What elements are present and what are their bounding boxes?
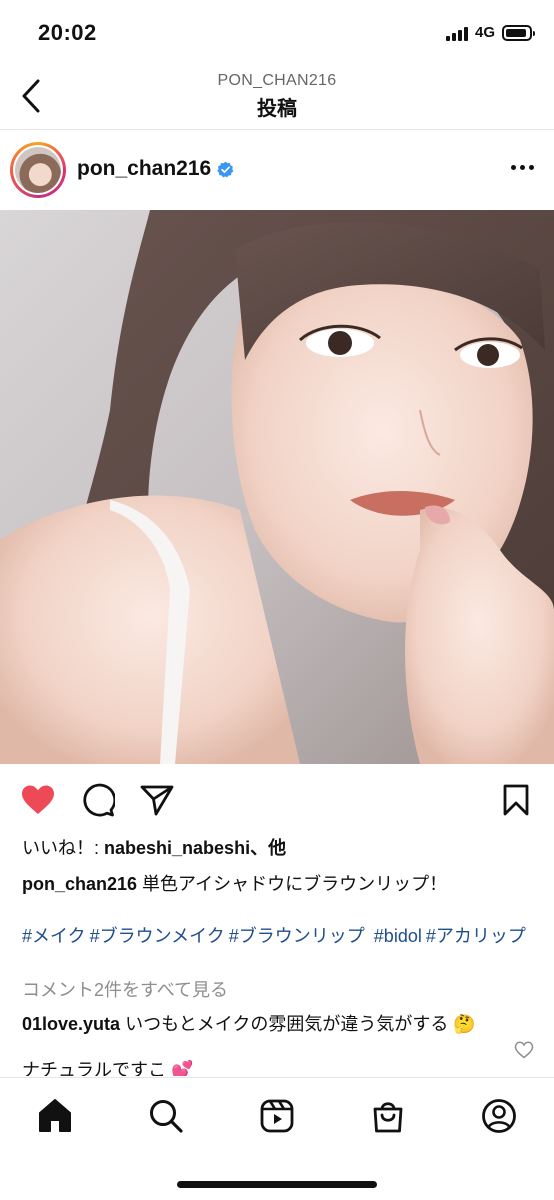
comment-like-heart-icon[interactable] — [514, 1040, 534, 1060]
caption-text: 単色アイシャドウにブラウンリップ！ — [137, 874, 448, 894]
nav-titles: PON_CHAN216 投稿 — [0, 72, 554, 121]
heart-icon — [22, 785, 54, 814]
hashtag[interactable]: #メイク — [22, 926, 86, 946]
tab-home[interactable] — [33, 1094, 77, 1138]
tab-profile[interactable] — [477, 1094, 521, 1138]
search-icon — [150, 1100, 183, 1133]
post-actions — [0, 772, 554, 828]
likes-suffix[interactable]: 、他 — [250, 838, 286, 858]
comment: ナチュラルですこ 💕 — [22, 1058, 532, 1076]
view-all-comments-link[interactable]: コメント2件をすべて見る — [22, 978, 532, 1002]
reels-icon — [260, 1099, 294, 1133]
more-horizontal-icon — [511, 165, 516, 170]
status-indicators: 4G — [445, 24, 535, 41]
post-photo-image — [0, 210, 554, 764]
battery-icon — [502, 24, 535, 41]
post-header: pon_chan216 — [0, 131, 554, 209]
comment-button[interactable] — [78, 780, 118, 820]
tab-reels[interactable] — [255, 1094, 299, 1138]
nav-header: PON_CHAN216 投稿 — [0, 62, 554, 130]
save-button[interactable] — [496, 780, 536, 820]
tab-search[interactable] — [144, 1094, 188, 1138]
home-indicator — [177, 1181, 377, 1188]
comment-text: いつもとメイクの雰囲気が違う気がする 🤔 — [120, 1014, 476, 1034]
comment-text: ナチュラルですこ 💕 — [22, 1060, 194, 1076]
shop-icon — [373, 1102, 403, 1133]
hashtag[interactable]: #bidol — [369, 926, 422, 946]
tab-shop[interactable] — [366, 1094, 410, 1138]
likes-summary: いいね！: nabeshi_nabeshi、他 — [22, 836, 532, 860]
send-icon — [140, 785, 174, 816]
nav-subtitle: PON_CHAN216 — [217, 72, 337, 89]
battery-level — [506, 28, 526, 37]
status-bar: 20:02 4G — [0, 0, 554, 62]
post-username[interactable]: pon_chan216 — [77, 157, 211, 181]
home-icon — [39, 1099, 71, 1132]
avatar-image — [15, 147, 61, 193]
hashtag[interactable]: #ブラウンリップ — [229, 926, 365, 946]
signal-icon — [445, 25, 468, 41]
nav-title: 投稿 — [257, 98, 297, 120]
like-button[interactable] — [18, 780, 58, 820]
status-time: 20:02 — [38, 20, 97, 45]
hashtag[interactable]: #ブラウンメイク — [90, 926, 225, 946]
verified-badge-icon — [217, 161, 234, 177]
bottom-tab-bar — [0, 1077, 554, 1200]
hashtag[interactable]: #アカリップ — [426, 926, 526, 946]
post-caption: pon_chan216 単色アイシャドウにブラウンリップ！ — [22, 872, 532, 896]
bookmark-icon — [503, 784, 529, 816]
avatar[interactable] — [10, 142, 66, 198]
share-button[interactable] — [137, 780, 177, 820]
likes-user[interactable]: nabeshi_nabeshi — [104, 838, 250, 858]
profile-icon — [482, 1099, 516, 1133]
more-options-button[interactable] — [511, 159, 534, 176]
post-photo[interactable] — [0, 210, 554, 764]
comment: 01love.yuta いつもとメイクの雰囲気が違う気がする 🤔 — [22, 1012, 532, 1036]
hashtags: #メイク #ブラウンメイク #ブラウンリップ #bidol #アカリップ — [22, 924, 532, 948]
comment-icon — [83, 783, 115, 817]
network-type: 4G — [474, 24, 495, 41]
post-author: pon_chan216 — [77, 157, 234, 181]
comment-username[interactable]: 01love.yuta — [22, 1014, 120, 1034]
likes-prefix: いいね！: — [22, 838, 105, 858]
caption-username[interactable]: pon_chan216 — [22, 874, 137, 894]
